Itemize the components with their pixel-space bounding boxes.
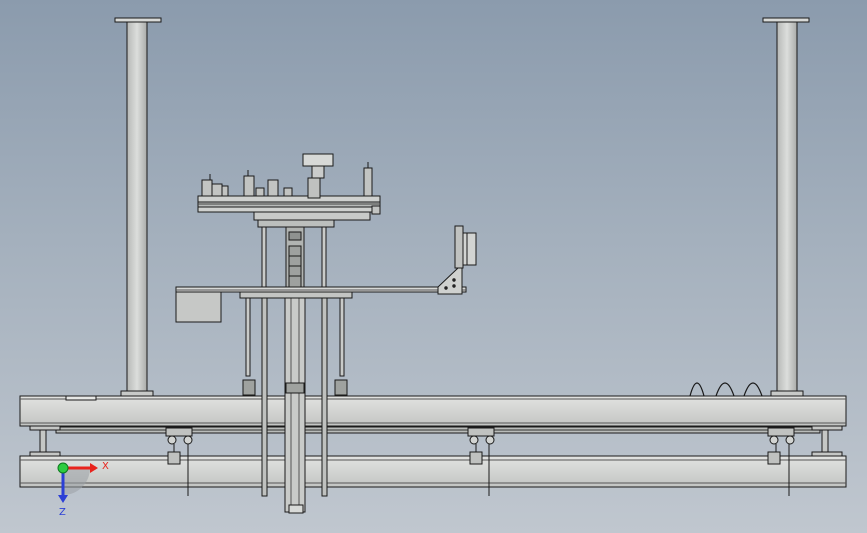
top-actuator[interactable] <box>302 153 334 199</box>
lift-column[interactable] <box>284 225 306 514</box>
z-axis-head <box>58 495 68 503</box>
left-column[interactable] <box>114 17 162 398</box>
origin-dot <box>57 462 69 474</box>
cable-loops <box>689 382 763 397</box>
x-axis-label: X <box>102 461 109 472</box>
right-column[interactable] <box>762 17 810 398</box>
upper-base-beam[interactable] <box>19 395 847 427</box>
cad-viewport[interactable]: X Z <box>0 0 867 533</box>
side-panel[interactable] <box>454 225 477 269</box>
z-axis-label: Z <box>59 507 66 518</box>
assembly-drawing: X Z <box>19 17 847 518</box>
upper-table-frame[interactable] <box>197 195 381 228</box>
lower-base-beam[interactable] <box>19 455 847 488</box>
coordinate-triad: X Z <box>57 461 109 518</box>
work-platform[interactable] <box>175 267 467 323</box>
